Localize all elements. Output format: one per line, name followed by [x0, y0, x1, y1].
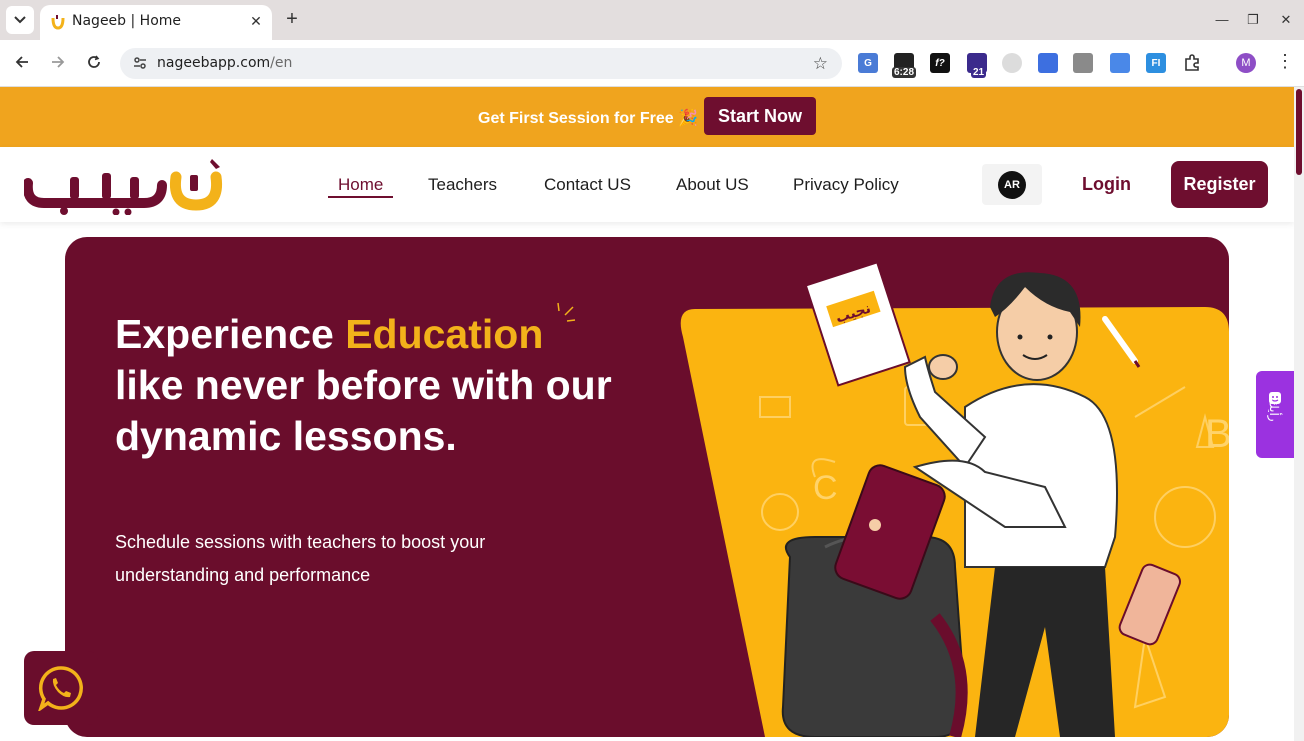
fi-extension-icon[interactable]: FI: [1146, 53, 1166, 73]
puzzle-extensions-icon[interactable]: [1182, 53, 1202, 73]
phone-extension-icon[interactable]: [1110, 53, 1130, 73]
browser-menu-icon[interactable]: ⋮: [1276, 52, 1294, 70]
site-info-icon: [134, 57, 146, 69]
hero-title-part1: Experience: [115, 311, 346, 357]
browser-toolbar: nageebapp.com/en ☆ G 6:28 f? 21 FI M ⋮: [0, 40, 1304, 87]
forward-button[interactable]: [48, 52, 68, 72]
sparkle-icon: [557, 302, 576, 322]
whatsapp-icon: [38, 666, 83, 711]
hero-subtitle: Schedule sessions with teachers to boost…: [115, 532, 486, 585]
restore-icon[interactable]: ❐: [1245, 12, 1261, 28]
arrow-left-icon: [15, 56, 28, 68]
arrow-right-icon: [52, 56, 65, 68]
doc-extension-icon[interactable]: [1038, 53, 1058, 73]
tab-title: Nageeb | Home: [72, 13, 182, 29]
puzzle-icon: [1185, 54, 1199, 71]
profile-avatar[interactable]: M: [1236, 53, 1256, 73]
nav-home[interactable]: Home: [338, 175, 383, 195]
tab-search-button[interactable]: [6, 6, 34, 34]
nav-privacy-policy[interactable]: Privacy Policy: [793, 175, 899, 195]
reload-icon: [88, 55, 100, 68]
browser-tabbar: Nageeb | Home ✕ + — ❐ ✕: [0, 0, 1304, 40]
ext-count-badge: 21: [971, 67, 987, 78]
promo-banner: Get First Session for Free 🎉 Start Now: [0, 87, 1294, 147]
nav-teachers[interactable]: Teachers: [428, 175, 497, 195]
nav-active-underline: [328, 196, 393, 198]
hero-illustration: B C نجيب: [680, 261, 1229, 737]
hero-title-accent: Education: [345, 311, 544, 357]
feedback-tab[interactable]: رأيك: [1256, 371, 1294, 458]
minimize-icon[interactable]: —: [1214, 12, 1230, 28]
feedback-label: رأيك: [1267, 399, 1281, 422]
nav-contact-us[interactable]: Contact US: [544, 175, 631, 195]
login-link[interactable]: Login: [1082, 174, 1131, 195]
scrollbar-thumb[interactable]: [1296, 89, 1302, 175]
url-text: nageebapp.com/en: [157, 55, 292, 71]
ext-time-badge: 6:28: [892, 67, 917, 78]
formula-extension-icon[interactable]: f?: [930, 53, 950, 73]
page-scrollbar[interactable]: [1294, 87, 1304, 741]
nav-about-us[interactable]: About US: [676, 175, 749, 195]
lang-label: AR: [998, 170, 1026, 199]
reload-button[interactable]: [84, 52, 104, 72]
hero-section: Experience Education like never before w…: [65, 237, 1229, 737]
school-extension-icon[interactable]: 21: [967, 53, 987, 78]
address-bar[interactable]: nageebapp.com/en ☆: [120, 48, 842, 79]
nageeb-favicon-icon: [51, 15, 65, 30]
url-path: /en: [270, 55, 293, 71]
whatsapp-button[interactable]: [24, 651, 98, 725]
site-header: Home Teachers Contact US About US Privac…: [0, 147, 1294, 222]
clipboard-extension-icon[interactable]: [1073, 53, 1093, 73]
close-icon[interactable]: ✕: [248, 13, 264, 29]
hero-title-part2: like never before with our dynamic lesso…: [115, 362, 612, 459]
chevron-down-icon: [14, 16, 26, 24]
url-host: nageebapp.com: [157, 55, 271, 71]
nageeb-logo[interactable]: [24, 155, 228, 215]
hero-title: Experience Education like never before w…: [115, 302, 675, 462]
back-button[interactable]: [12, 52, 32, 72]
bookmark-star-icon[interactable]: ☆: [813, 54, 828, 74]
svg-text:C: C: [813, 469, 838, 507]
language-switcher[interactable]: AR: [982, 164, 1042, 205]
compass-extension-icon[interactable]: [1002, 53, 1022, 73]
start-now-button[interactable]: Start Now: [704, 97, 816, 135]
svg-text:B: B: [1205, 412, 1229, 456]
window-close-icon[interactable]: ✕: [1278, 12, 1294, 28]
clock-extension-icon[interactable]: 6:28: [892, 53, 917, 78]
new-tab-button[interactable]: +: [282, 9, 302, 29]
translate-extension-icon[interactable]: G: [858, 53, 878, 73]
promo-text: Get First Session for Free 🎉: [478, 110, 698, 127]
browser-tab[interactable]: Nageeb | Home ✕: [40, 5, 272, 40]
register-button[interactable]: Register: [1171, 161, 1268, 208]
